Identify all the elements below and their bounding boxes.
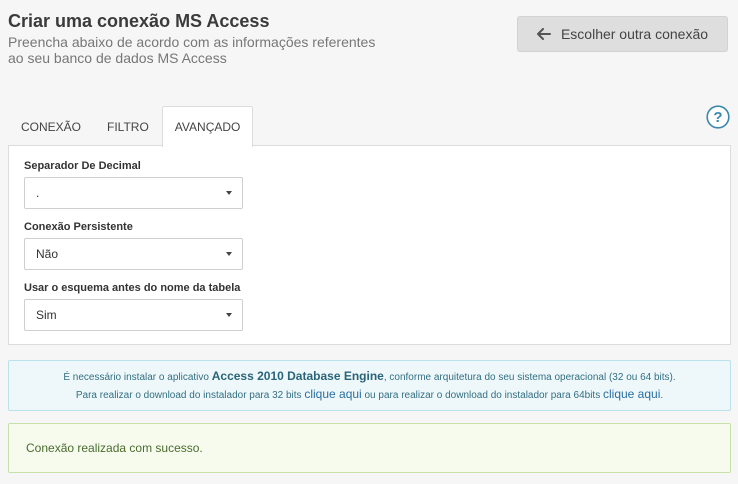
chevron-down-icon — [226, 191, 232, 195]
tab-filtro[interactable]: FILTRO — [94, 106, 162, 146]
decimal-separator-select[interactable]: . — [24, 177, 243, 209]
help-circle-icon[interactable]: ? — [706, 105, 730, 129]
persistent-connection-label: Conexão Persistente — [24, 221, 133, 233]
tab-avancado[interactable]: AVANÇADO — [161, 106, 254, 147]
decimal-separator-label: Separador De Decimal — [24, 160, 141, 172]
info-app-name: Access 2010 Database Engine — [211, 368, 384, 383]
chevron-down-icon — [226, 313, 232, 317]
success-alert: Conexão realizada com sucesso. — [8, 423, 731, 473]
svg-text:?: ? — [713, 109, 722, 126]
tab-label: FILTRO — [107, 119, 149, 134]
info-alert: É necessário instalar o aplicativo Acces… — [8, 360, 731, 411]
arrow-left-icon — [536, 28, 551, 40]
schema-before-table-label: Usar o esquema antes do nome da tabela — [24, 282, 241, 294]
chevron-down-icon — [226, 252, 232, 256]
schema-before-table-select[interactable]: Sim — [24, 299, 243, 331]
subtitle-line-1: Preencha abaixo de acordo com as informa… — [8, 34, 376, 50]
info-line-1-suffix: , conforme arquitetura do seu sistema op… — [383, 371, 676, 383]
page: Criar uma conexão MS Access Preencha aba… — [0, 0, 738, 484]
persistent-connection-select[interactable]: Não — [24, 238, 243, 270]
decimal-separator-value: . — [36, 186, 40, 200]
info-line-2: Para realizar o download do instalador p… — [9, 386, 730, 404]
info-line-2-end: . — [660, 389, 664, 401]
schema-before-table-value: Sim — [36, 308, 57, 322]
persistent-connection-value: Não — [36, 247, 59, 261]
choose-other-connection-label: Escolher outra conexão — [560, 26, 709, 42]
page-subtitle: Preencha abaixo de acordo com as informa… — [8, 34, 388, 66]
choose-other-connection-button[interactable]: Escolher outra conexão — [517, 16, 728, 52]
download-32bit-link[interactable]: clique aqui — [304, 387, 361, 401]
info-line-2-part-2: ou para realizar o download do instalado… — [361, 389, 603, 401]
info-line-2-part-1: Para realizar o download do instalador p… — [75, 389, 305, 401]
page-title: Criar uma conexão MS Access — [8, 11, 270, 31]
tab-conexao[interactable]: CONEXÃO — [8, 106, 94, 146]
download-64bit-link[interactable]: clique aqui — [603, 387, 660, 401]
tab-label: CONEXÃO — [21, 119, 82, 134]
advanced-settings-panel: Separador De Decimal . Conexão Persisten… — [8, 145, 731, 345]
info-line-1: É necessário instalar o aplicativo Acces… — [9, 368, 730, 386]
subtitle-line-2: ao seu banco de dados MS Access — [8, 50, 227, 66]
tab-label: AVANÇADO — [174, 120, 241, 134]
info-line-1-prefix: É necessário instalar o aplicativo — [63, 371, 212, 383]
success-message: Conexão realizada com sucesso. — [26, 441, 203, 455]
tab-bar: CONEXÃO FILTRO AVANÇADO — [8, 106, 254, 147]
